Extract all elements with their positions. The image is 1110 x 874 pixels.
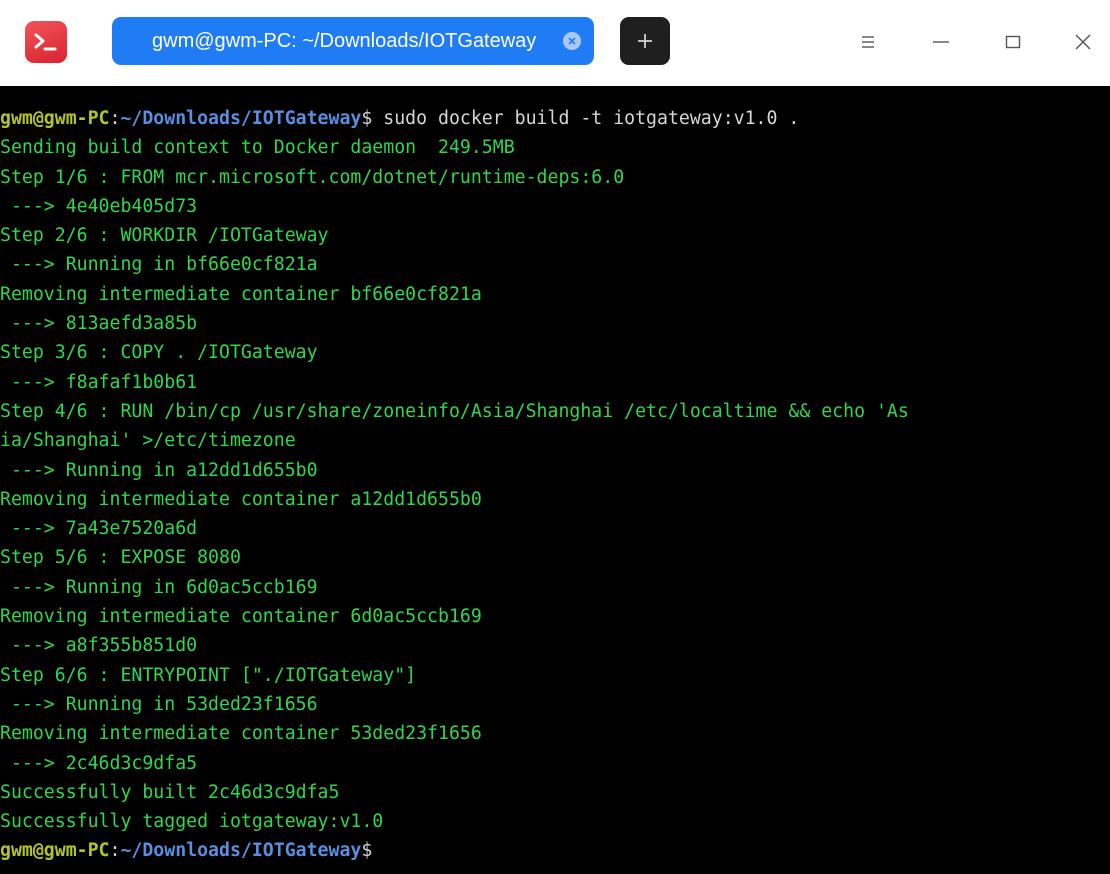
output-line: ---> 2c46d3c9dfa5 xyxy=(0,752,198,774)
output-line: Removing intermediate container a12dd1d6… xyxy=(0,488,482,510)
output-line: Step 4/6 : RUN /bin/cp /usr/share/zonein… xyxy=(0,400,909,422)
maximize-button[interactable] xyxy=(993,22,1033,62)
output-line: Step 2/6 : WORKDIR /IOTGateway xyxy=(0,225,329,247)
output-line: ia/Shanghai' >/etc/timezone xyxy=(0,430,296,452)
prompt-path: ~/Downloads/IOTGateway xyxy=(120,108,362,129)
tab-terminal[interactable]: gwm@gwm-PC: ~/Downloads/IOTGateway xyxy=(112,17,594,65)
tab-title: gwm@gwm-PC: ~/Downloads/IOTGateway xyxy=(152,30,537,52)
close-icon xyxy=(1075,34,1091,50)
output-line: ---> Running in 53ded23f1656 xyxy=(0,693,318,715)
output-line: ---> Running in a12dd1d655b0 xyxy=(0,459,318,481)
terminal-output[interactable]: gwm@gwm-PC:~/Downloads/IOTGateway$ sudo … xyxy=(0,104,1110,874)
maximize-icon xyxy=(1005,35,1021,49)
prompt-line[interactable]: gwm@gwm-PC:~/Downloads/IOTGateway$ xyxy=(0,836,1110,865)
output-line: Step 1/6 : FROM mcr.microsoft.com/dotnet… xyxy=(0,166,625,188)
output-line: ---> a8f355b851d0 xyxy=(0,635,198,657)
output-line: ---> Running in 6d0ac5ccb169 xyxy=(0,576,318,598)
output-line: ---> 4e40eb405d73 xyxy=(0,195,198,217)
prompt-user: gwm@gwm-PC xyxy=(0,840,110,862)
terminal-app-icon[interactable] xyxy=(25,21,67,63)
prompt-symbol: $ xyxy=(361,840,373,862)
output-line: Removing intermediate container 6d0ac5cc… xyxy=(0,606,482,628)
tab-close-icon[interactable] xyxy=(563,32,581,50)
output-line: Step 3/6 : COPY . /IOTGateway xyxy=(0,342,318,364)
output-line: ---> 813aefd3a85b xyxy=(0,313,198,335)
minimize-button[interactable] xyxy=(921,22,961,62)
output-line: Sending build context to Docker daemon 2… xyxy=(0,137,515,159)
output-line: ---> 7a43e7520a6d xyxy=(0,518,198,540)
output-line: Removing intermediate container 53ded23f… xyxy=(0,723,482,745)
output-line: Step 6/6 : ENTRYPOINT ["./IOTGateway"] xyxy=(0,664,417,686)
output-line: Successfully built 2c46d3c9dfa5 xyxy=(0,781,340,803)
minimize-icon xyxy=(933,41,949,43)
output-line: Step 5/6 : EXPOSE 8080 xyxy=(0,547,241,569)
plus-icon xyxy=(638,34,652,48)
menu-button[interactable] xyxy=(848,22,888,62)
prompt-symbol: $ xyxy=(361,108,373,129)
prompt-user: gwm@gwm-PC xyxy=(0,108,110,129)
terminal-window: gwm@gwm-PC: ~/Downloads/IOTGateway gwm@g… xyxy=(0,0,1110,874)
new-tab-button[interactable] xyxy=(620,17,670,65)
output-line: Removing intermediate container bf66e0cf… xyxy=(0,283,482,305)
prompt-path: ~/Downloads/IOTGateway xyxy=(120,840,362,862)
prompt-separator: : xyxy=(109,108,121,129)
title-bar[interactable]: gwm@gwm-PC: ~/Downloads/IOTGateway xyxy=(0,0,1110,86)
output-line: ---> f8afaf1b0b61 xyxy=(0,371,198,393)
output-line: ---> Running in bf66e0cf821a xyxy=(0,254,318,276)
output-line: Successfully tagged iotgateway:v1.0 xyxy=(0,811,384,833)
command-text: sudo docker build -t iotgateway:v1.0 . xyxy=(372,108,800,129)
hamburger-menu-icon xyxy=(862,36,874,48)
prompt-separator: : xyxy=(109,840,121,862)
close-button[interactable] xyxy=(1063,22,1103,62)
command-line: gwm@gwm-PC:~/Downloads/IOTGateway$ sudo … xyxy=(0,104,1110,133)
